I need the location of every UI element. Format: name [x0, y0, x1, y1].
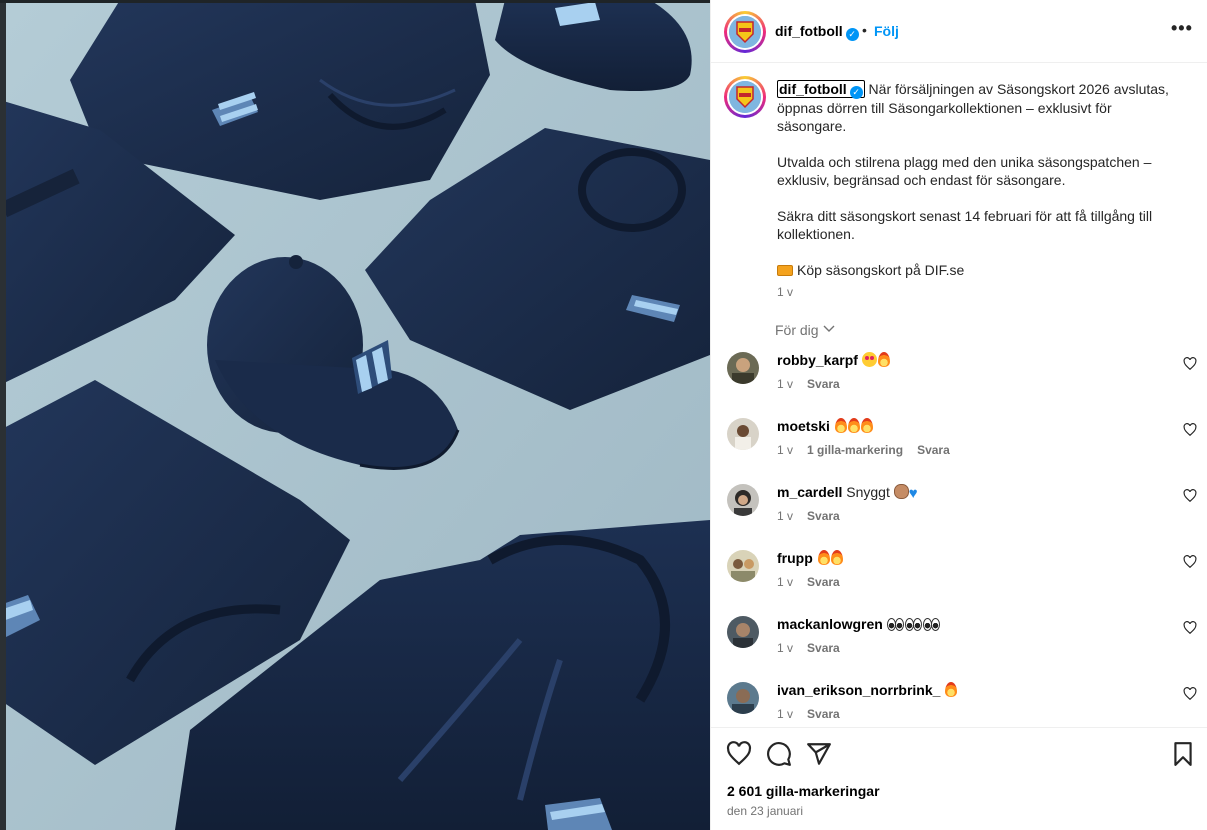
- clap-emoji-icon: [893, 484, 909, 499]
- post-date[interactable]: den 23 januari: [727, 804, 803, 818]
- caption-text-4: Köp säsongskort på DIF.se: [797, 262, 965, 278]
- fire-emoji-icon: [817, 550, 830, 565]
- commenter-username[interactable]: mackanlowgren: [777, 616, 941, 632]
- verified-badge-icon: ✓: [849, 86, 863, 99]
- author-username[interactable]: dif_fotboll ✓: [775, 23, 859, 41]
- media-frame-top: [0, 0, 710, 3]
- reply-button[interactable]: Svara: [807, 707, 840, 721]
- reply-button[interactable]: Svara: [917, 443, 950, 457]
- club-logo-icon: [729, 16, 761, 48]
- comment-meta: 1 v Svara: [777, 377, 854, 391]
- comment-meta: 1 v Svara: [777, 641, 854, 655]
- caption-paragraph-4: Köp säsongskort på DIF.se: [777, 261, 1177, 279]
- fire-emoji-icon: [945, 682, 958, 697]
- chevron-down-icon: [823, 320, 835, 336]
- commenter-username[interactable]: robby_karpf: [777, 352, 890, 368]
- heart-icon[interactable]: [726, 741, 752, 767]
- comment-like-heart-icon[interactable]: [1183, 423, 1197, 437]
- author-avatar[interactable]: [724, 11, 766, 53]
- comment-item: moetski 1 v 1 gilla-markering Svara: [711, 418, 1207, 478]
- separator-dot: •: [862, 22, 867, 38]
- reply-button[interactable]: Svara: [807, 575, 840, 589]
- comment-time: 1 v: [777, 443, 794, 457]
- fire-emoji-icon: [830, 550, 843, 565]
- sort-label: För dig: [775, 322, 819, 338]
- more-options-icon[interactable]: •••: [1171, 18, 1193, 39]
- commenter-username-text: mackanlowgren: [777, 616, 883, 632]
- speech-bubble-icon[interactable]: [766, 741, 792, 767]
- fire-emoji-icon: [860, 418, 873, 433]
- commenter-username[interactable]: frupp: [777, 550, 843, 566]
- comment-item: frupp 1 v Svara: [711, 550, 1207, 610]
- fire-emoji-icon: [847, 418, 860, 433]
- commenter-avatar[interactable]: [727, 550, 759, 582]
- comment-like-heart-icon[interactable]: [1183, 357, 1197, 371]
- comment-like-heart-icon[interactable]: [1183, 555, 1197, 569]
- caption-paragraph-3: Säkra ditt säsongskort senast 14 februar…: [777, 208, 1153, 242]
- bookmark-icon[interactable]: [1170, 741, 1196, 767]
- commenter-avatar[interactable]: [727, 484, 759, 516]
- commenter-avatar[interactable]: [727, 418, 759, 450]
- post-likes-count[interactable]: 2 601 gilla-markeringar: [727, 783, 880, 799]
- comment-item: mackanlowgren 1 v Svara: [711, 616, 1207, 676]
- verified-badge-icon: ✓: [845, 28, 859, 41]
- comment-time: 1 v: [777, 575, 794, 589]
- caption-username[interactable]: dif_fotboll ✓: [777, 80, 865, 99]
- comment-time: 1 v: [777, 707, 794, 721]
- comment-like-heart-icon[interactable]: [1183, 489, 1197, 503]
- merchandise-photo: [0, 0, 710, 830]
- comment-item: m_cardell Snyggt ♥ 1 v Svara: [711, 484, 1207, 544]
- comment-time: 1 v: [777, 641, 794, 655]
- heart-eyes-emoji-icon: [861, 352, 877, 367]
- comment-time: 1 v: [777, 509, 794, 523]
- blue-heart-emoji-icon: ♥: [908, 485, 918, 502]
- post-image[interactable]: [0, 0, 710, 830]
- post-header: dif_fotboll ✓ • Följ •••: [711, 0, 1207, 63]
- commenter-avatar[interactable]: [727, 682, 759, 714]
- eyes-emoji-icon: [922, 618, 940, 631]
- comment-time: 1 v: [777, 377, 794, 391]
- commenter-avatar[interactable]: [727, 616, 759, 648]
- comment-like-heart-icon[interactable]: [1183, 687, 1197, 701]
- reply-button[interactable]: Svara: [807, 641, 840, 655]
- commenter-username[interactable]: m_cardell Snyggt ♥: [777, 484, 918, 502]
- commenter-username-text: moetski: [777, 418, 830, 434]
- caption-timestamp[interactable]: 1 v: [777, 285, 793, 299]
- author-username-text: dif_fotboll: [775, 23, 843, 39]
- commenter-username-text: ivan_erikson_norrbrink_: [777, 682, 941, 698]
- caption-author-avatar[interactable]: [724, 76, 766, 118]
- club-logo-icon: [729, 81, 761, 113]
- commenter-username-text: frupp: [777, 550, 813, 566]
- post-details-panel: dif_fotboll ✓ • Följ ••• dif_fotboll ✓ När…: [710, 0, 1207, 830]
- commenter-username-text: robby_karpf: [777, 352, 858, 368]
- comment-text: Snyggt: [846, 484, 890, 500]
- comment-meta: 1 v Svara: [777, 707, 854, 721]
- commenter-username[interactable]: moetski: [777, 418, 873, 434]
- eyes-emoji-icon: [904, 618, 922, 631]
- commenter-username-text: m_cardell: [777, 484, 843, 500]
- commenter-avatar[interactable]: [727, 352, 759, 384]
- comment-meta: 1 v Svara: [777, 575, 854, 589]
- follow-button[interactable]: Följ: [874, 23, 899, 39]
- media-frame-edge: [0, 0, 6, 830]
- comment-meta: 1 v Svara: [777, 509, 854, 523]
- fire-emoji-icon: [877, 352, 890, 367]
- comment-like-heart-icon[interactable]: [1183, 621, 1197, 635]
- commenter-username[interactable]: ivan_erikson_norrbrink_: [777, 682, 958, 698]
- caption-username-text: dif_fotboll: [779, 81, 847, 97]
- ticket-icon: [777, 265, 793, 276]
- comment-item: robby_karpf 1 v Svara: [711, 352, 1207, 412]
- comment-likes-count[interactable]: 1 gilla-markering: [807, 443, 903, 457]
- paper-plane-icon[interactable]: [806, 741, 832, 767]
- reply-button[interactable]: Svara: [807, 377, 840, 391]
- post-actions: 2 601 gilla-markeringar den 23 januari: [711, 727, 1207, 830]
- post-caption: dif_fotboll ✓ När försäljningen av Säsong…: [777, 80, 1177, 279]
- caption-paragraph-1: dif_fotboll ✓ När försäljningen av Säsong…: [777, 80, 1177, 135]
- caption-paragraph-2: Utvalda och stilrena plagg med den unika…: [777, 154, 1152, 188]
- eyes-emoji-icon: [886, 618, 904, 631]
- reply-button[interactable]: Svara: [807, 509, 840, 523]
- comment-meta: 1 v 1 gilla-markering Svara: [777, 443, 964, 457]
- fire-emoji-icon: [834, 418, 847, 433]
- comment-sort-dropdown[interactable]: För dig: [775, 322, 835, 338]
